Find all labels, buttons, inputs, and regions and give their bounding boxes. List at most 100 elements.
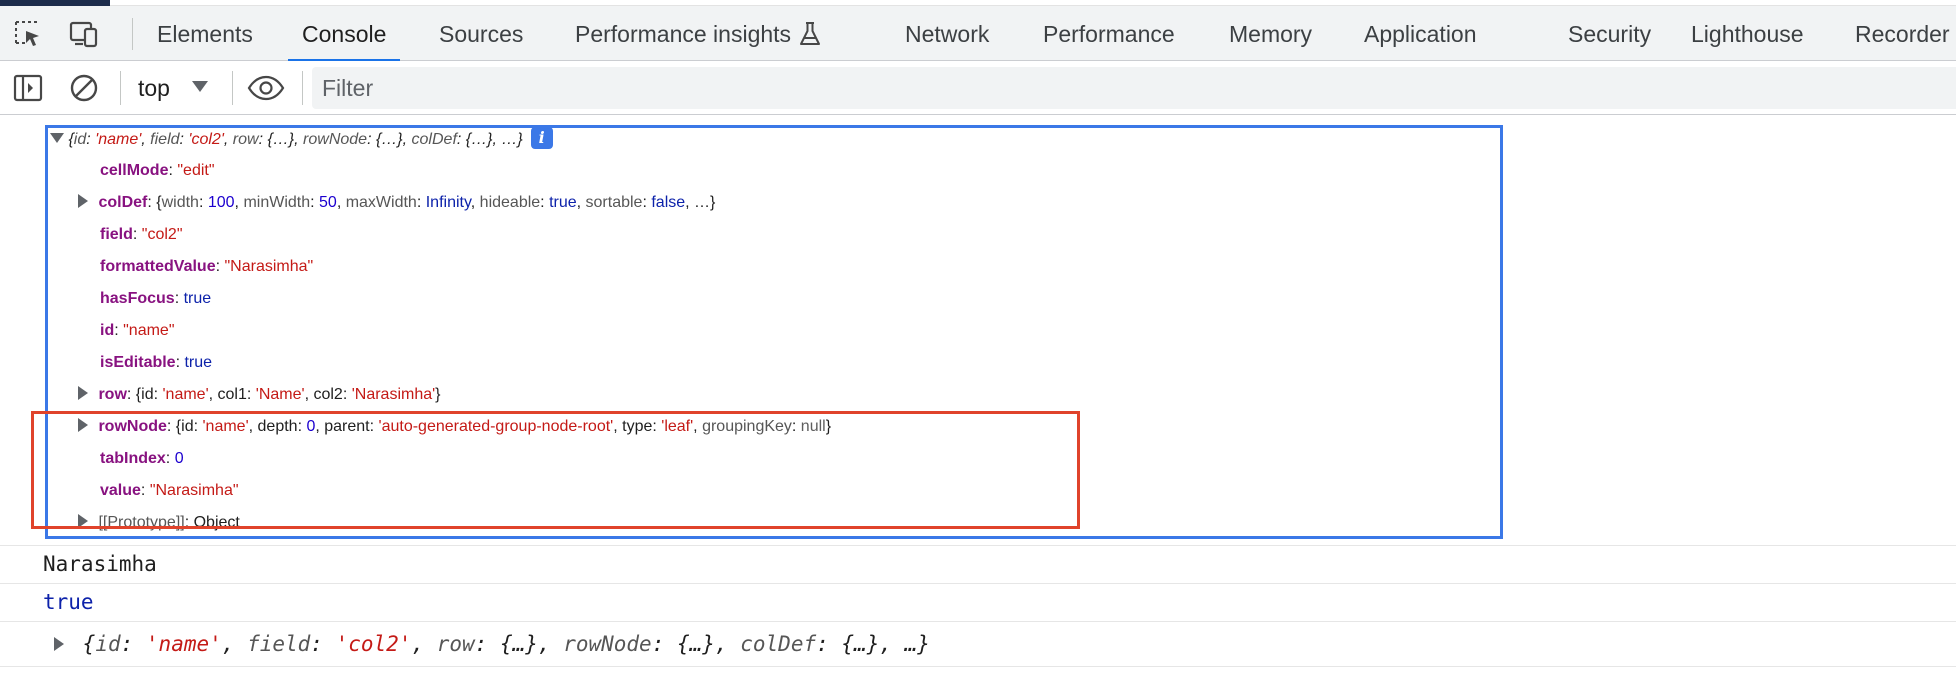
prop-key: rowNode xyxy=(98,418,167,435)
expand-triangle-icon[interactable] xyxy=(78,514,88,529)
prop-subvalue: 'Narasimha' xyxy=(351,386,436,403)
prop-key: colDef xyxy=(98,194,148,211)
experimental-flask-icon xyxy=(800,21,821,45)
tab-elements[interactable]: Elements xyxy=(157,6,253,61)
tab-lighthouse[interactable]: Lighthouse xyxy=(1691,6,1804,61)
collapse-triangle-icon[interactable] xyxy=(50,133,64,144)
log-string: Narasimha xyxy=(43,552,157,576)
prop-key: formattedValue xyxy=(100,258,216,275)
prop-subvalue: 100 xyxy=(207,194,235,211)
log-bool: true xyxy=(43,590,94,614)
prop-key: cellMode xyxy=(100,162,169,179)
prop-value: "name" xyxy=(123,322,175,339)
prop-prototype[interactable]: [[Prototype]]: Object xyxy=(78,507,240,531)
prop-key: row xyxy=(98,386,127,403)
filter-input[interactable] xyxy=(312,67,1956,109)
prop-key: field xyxy=(100,226,133,243)
prop-hasfocus: hasFocus: true xyxy=(100,290,212,307)
prop-value: value: "Narasimha" xyxy=(100,482,239,499)
prop-tabindex: tabIndex: 0 xyxy=(100,450,184,467)
devtools-tab-bar: Elements Console Sources Performance ins… xyxy=(0,6,1956,62)
toolbar-separator xyxy=(120,71,121,105)
prop-subvalue: 50 xyxy=(319,194,337,211)
prop-value: true xyxy=(183,290,212,307)
tab-console[interactable]: Console xyxy=(287,6,401,62)
prop-value: "edit" xyxy=(177,162,215,179)
tab-network[interactable]: Network xyxy=(905,6,989,61)
prop-key: tabIndex xyxy=(100,450,166,467)
object-summary-line-collapsed[interactable]: {id: 'name', field: 'col2', row: {…}, ro… xyxy=(54,628,930,660)
console-row-separator xyxy=(0,545,1956,546)
prop-subvalue: null xyxy=(800,418,826,435)
context-dropdown-icon[interactable] xyxy=(192,81,208,92)
prop-subkey: minWidth xyxy=(243,194,311,211)
prop-subvalue: 'leaf' xyxy=(661,418,694,435)
expand-triangle-icon[interactable] xyxy=(78,418,88,433)
context-selector[interactable]: top xyxy=(138,61,170,115)
console-toolbar: top xyxy=(0,61,1956,115)
info-badge-icon[interactable]: i xyxy=(530,126,553,149)
prop-value: "Narasimha" xyxy=(224,258,314,275)
inspect-element-icon[interactable] xyxy=(12,18,44,50)
summary-key: rowNode xyxy=(303,131,368,148)
tab-recorder[interactable]: Recorder xyxy=(1855,6,1950,61)
prop-id: id: "name" xyxy=(100,322,175,339)
live-expression-eye-icon[interactable] xyxy=(246,72,286,104)
summary-key: field xyxy=(150,131,180,148)
prop-cellmode: cellMode: "edit" xyxy=(100,162,215,179)
tab-security[interactable]: Security xyxy=(1568,6,1651,61)
device-toolbar-icon[interactable] xyxy=(68,18,100,50)
prop-subkey: col1 xyxy=(217,386,247,403)
prop-subkey: col2 xyxy=(313,386,343,403)
expand-triangle-icon[interactable] xyxy=(78,194,88,209)
expand-triangle-icon[interactable] xyxy=(54,636,64,651)
summary-value: {…} xyxy=(267,131,295,148)
summary-key: colDef xyxy=(411,131,457,148)
console-row-separator xyxy=(0,666,1956,667)
summary-key: row xyxy=(232,131,259,148)
console-row-separator xyxy=(0,621,1956,622)
summary-value: {…} xyxy=(499,632,538,656)
prop-subvalue: 'name' xyxy=(162,386,209,403)
prop-field: field: "col2" xyxy=(100,226,183,243)
prop-key: value xyxy=(100,482,141,499)
summary-key: row xyxy=(436,632,475,656)
summary-value: 'name' xyxy=(145,632,222,656)
prop-value: Object xyxy=(193,514,240,531)
prop-formattedvalue: formattedValue: "Narasimha" xyxy=(100,258,314,275)
prop-iseditable: isEditable: true xyxy=(100,354,213,371)
summary-value: {…} xyxy=(677,632,715,656)
prop-subkey: id xyxy=(181,418,194,435)
tab-bar-separator xyxy=(132,18,133,50)
filter-box xyxy=(312,67,1956,109)
console-row-separator xyxy=(0,583,1956,584)
prop-key: id xyxy=(100,322,115,339)
clear-console-icon[interactable] xyxy=(68,72,100,104)
console-sidebar-icon[interactable] xyxy=(12,72,44,104)
prop-subkey: maxWidth xyxy=(345,194,417,211)
prop-rownode[interactable]: rowNode: {id: 'name', depth: 0, parent: … xyxy=(78,411,831,443)
tab-performance[interactable]: Performance xyxy=(1043,6,1175,61)
tab-memory[interactable]: Memory xyxy=(1229,6,1312,61)
prop-key: hasFocus xyxy=(100,290,175,307)
prop-subkey: width xyxy=(161,194,199,211)
expand-triangle-icon[interactable] xyxy=(78,386,88,401)
toolbar-separator xyxy=(232,71,233,105)
tab-bar-tools xyxy=(0,6,130,61)
tab-sources[interactable]: Sources xyxy=(439,6,523,61)
prop-key: isEditable xyxy=(100,354,176,371)
object-summary-line[interactable]: {id: 'name', field: 'col2', row: {…}, ro… xyxy=(50,124,553,156)
prop-subvalue: true xyxy=(549,194,577,211)
prop-row[interactable]: row: {id: 'name', col1: 'Name', col2: 'N… xyxy=(78,379,441,411)
tab-performance-insights[interactable]: Performance insights xyxy=(575,6,821,61)
tab-application[interactable]: Application xyxy=(1364,6,1477,61)
summary-value: 'col2' xyxy=(188,131,224,148)
summary-key: colDef xyxy=(740,632,817,656)
prop-ellipsis: … xyxy=(694,194,711,211)
prop-subkey: id xyxy=(141,386,154,403)
summary-key: field xyxy=(247,632,311,656)
prop-coldef[interactable]: colDef: {width: 100, minWidth: 50, maxWi… xyxy=(78,187,715,219)
summary-ellipsis: … xyxy=(501,131,518,148)
prop-subvalue: 'auto-generated-group-node-root' xyxy=(378,418,614,435)
summary-value: {…} xyxy=(465,131,493,148)
